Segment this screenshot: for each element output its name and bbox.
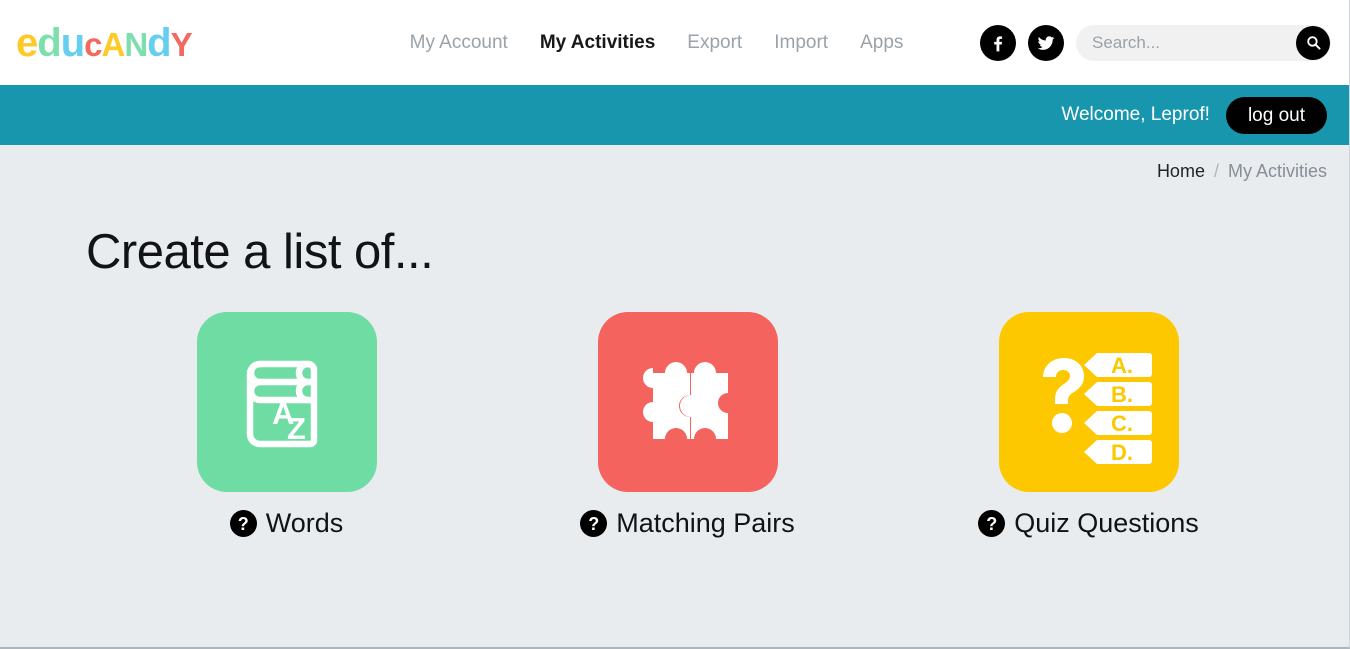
site-header: educANdY My Account My Activities Export… xyxy=(0,0,1349,85)
quiz-choices-icon: A. B. C. D. xyxy=(1042,352,1152,465)
words-tile-button[interactable]: A Z xyxy=(196,312,377,492)
logo-letter-u: u xyxy=(60,20,85,65)
user-bar: Welcome, Leprof! log out xyxy=(0,85,1349,145)
dictionary-book-icon: A Z xyxy=(246,360,317,448)
svg-text:D.: D. xyxy=(1111,440,1133,465)
nav-item-my-activities[interactable]: My Activities xyxy=(540,32,655,54)
nav-item-import[interactable]: Import xyxy=(774,32,828,54)
logo-letter-y: Y xyxy=(170,25,193,63)
svg-text:A.: A. xyxy=(1111,353,1133,378)
words-label-row: ? Words xyxy=(229,508,344,539)
logo-letter-d: d xyxy=(37,20,61,65)
search-icon xyxy=(1306,36,1321,50)
quiz-questions-label-row: ? Quiz Questions xyxy=(978,508,1199,539)
quiz-questions-tile-button[interactable]: A. B. C. D. xyxy=(998,312,1179,492)
question-mark-icon[interactable]: ? xyxy=(229,510,257,537)
question-mark-icon[interactable]: ? xyxy=(580,510,608,537)
svg-text:C.: C. xyxy=(1111,411,1133,436)
page-root: educANdY My Account My Activities Export… xyxy=(0,0,1350,649)
activity-card-matching-pairs: ? Matching Pairs xyxy=(487,312,888,539)
search-box xyxy=(1076,24,1331,61)
search-input[interactable] xyxy=(1076,24,1331,61)
header-right-group xyxy=(980,24,1331,61)
breadcrumb-separator: / xyxy=(1213,161,1219,181)
activity-type-list: A Z ? Words ? Matching Pairs A. B. C. D.… xyxy=(60,312,1289,539)
breadcrumb: Home / My Activities xyxy=(0,145,1349,182)
question-mark-icon[interactable]: ? xyxy=(978,510,1006,537)
words-label[interactable]: Words xyxy=(266,508,344,539)
nav-item-my-account[interactable]: My Account xyxy=(410,32,508,54)
activity-card-quiz-questions: A. B. C. D. ? Quiz Questions xyxy=(888,312,1289,539)
main-content: Create a list of... A Z ? Words ? Matchi… xyxy=(0,224,1349,539)
quiz-questions-label[interactable]: Quiz Questions xyxy=(1014,508,1199,539)
page-title: Create a list of... xyxy=(86,225,434,279)
breadcrumb-home[interactable]: Home xyxy=(1157,161,1205,182)
site-logo[interactable]: educANdY xyxy=(16,20,193,65)
logo-letter-e: e xyxy=(16,20,38,65)
logo-letter-d2: d xyxy=(147,20,171,65)
puzzle-pieces-icon xyxy=(642,362,728,439)
svg-text:Z: Z xyxy=(287,411,306,446)
nav-item-apps[interactable]: Apps xyxy=(860,32,903,54)
matching-pairs-tile-button[interactable] xyxy=(597,312,778,492)
logo-letter-a: A xyxy=(101,25,125,63)
facebook-icon[interactable] xyxy=(980,24,1016,61)
svg-text:B.: B. xyxy=(1111,382,1133,407)
logo-letter-n: N xyxy=(124,25,148,63)
logo-letter-c: c xyxy=(84,25,102,63)
matching-pairs-label-row: ? Matching Pairs xyxy=(580,508,795,539)
nav-item-export[interactable]: Export xyxy=(687,32,742,54)
breadcrumb-current: My Activities xyxy=(1227,161,1327,181)
logout-button[interactable]: log out xyxy=(1225,96,1327,134)
activity-card-words: A Z ? Words xyxy=(86,312,487,539)
search-button[interactable] xyxy=(1296,25,1330,60)
twitter-icon[interactable] xyxy=(1028,24,1064,61)
welcome-message: Welcome, Leprof! xyxy=(1061,104,1210,125)
matching-pairs-label[interactable]: Matching Pairs xyxy=(616,508,795,539)
main-navigation: My Account My Activities Export Import A… xyxy=(410,32,904,54)
